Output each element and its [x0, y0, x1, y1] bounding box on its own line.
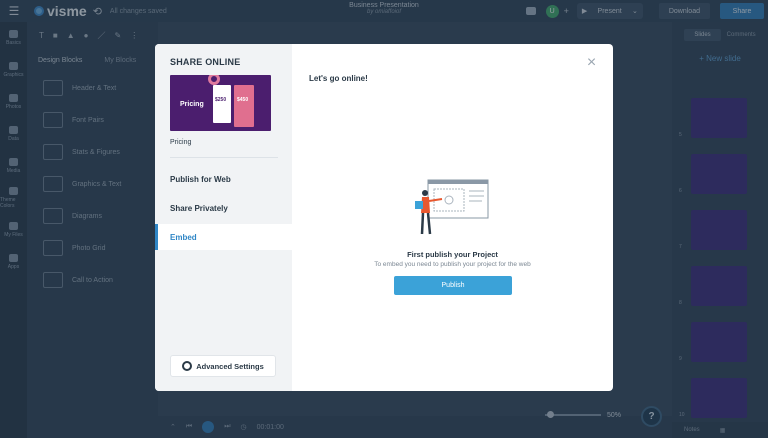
menu-publish-for-web[interactable]: Publish for Web	[155, 166, 292, 192]
visme-editor: ☰ visme ⟲ All changes saved Business Pre…	[0, 0, 768, 438]
menu-share-privately[interactable]: Share Privately	[155, 195, 292, 221]
price-card	[213, 85, 231, 123]
share-sidebar: SHARE ONLINE Pricing $250 $450 Pricing P…	[155, 44, 292, 391]
publish-illustration	[415, 179, 489, 235]
publish-button[interactable]: Publish	[394, 276, 512, 295]
advanced-settings-label: Advanced Settings	[196, 361, 264, 371]
menu-embed[interactable]: Embed	[155, 224, 292, 250]
close-icon[interactable]: ×	[585, 55, 598, 71]
advanced-settings-button[interactable]: Advanced Settings	[170, 355, 276, 377]
gear-icon	[182, 361, 193, 371]
decorative-ring	[208, 75, 220, 85]
preview-title: Pricing	[180, 101, 204, 108]
preview-price: $450	[237, 97, 249, 103]
empty-state-subtitle: To embed you need to publish your projec…	[374, 261, 531, 268]
project-preview-thumbnail: Pricing $250 $450	[170, 75, 271, 131]
price-card	[234, 85, 254, 127]
project-name: Pricing	[170, 139, 192, 146]
preview-price: $250	[215, 97, 227, 103]
content-heading: Let's go online!	[309, 74, 368, 83]
modal-title: SHARE ONLINE	[170, 57, 241, 67]
divider	[170, 157, 278, 158]
share-online-modal: SHARE ONLINE Pricing $250 $450 Pricing P…	[155, 44, 613, 391]
share-content: × Let's go online! First publish your Pr…	[292, 44, 613, 391]
empty-state-title: First publish your Project	[407, 250, 498, 259]
